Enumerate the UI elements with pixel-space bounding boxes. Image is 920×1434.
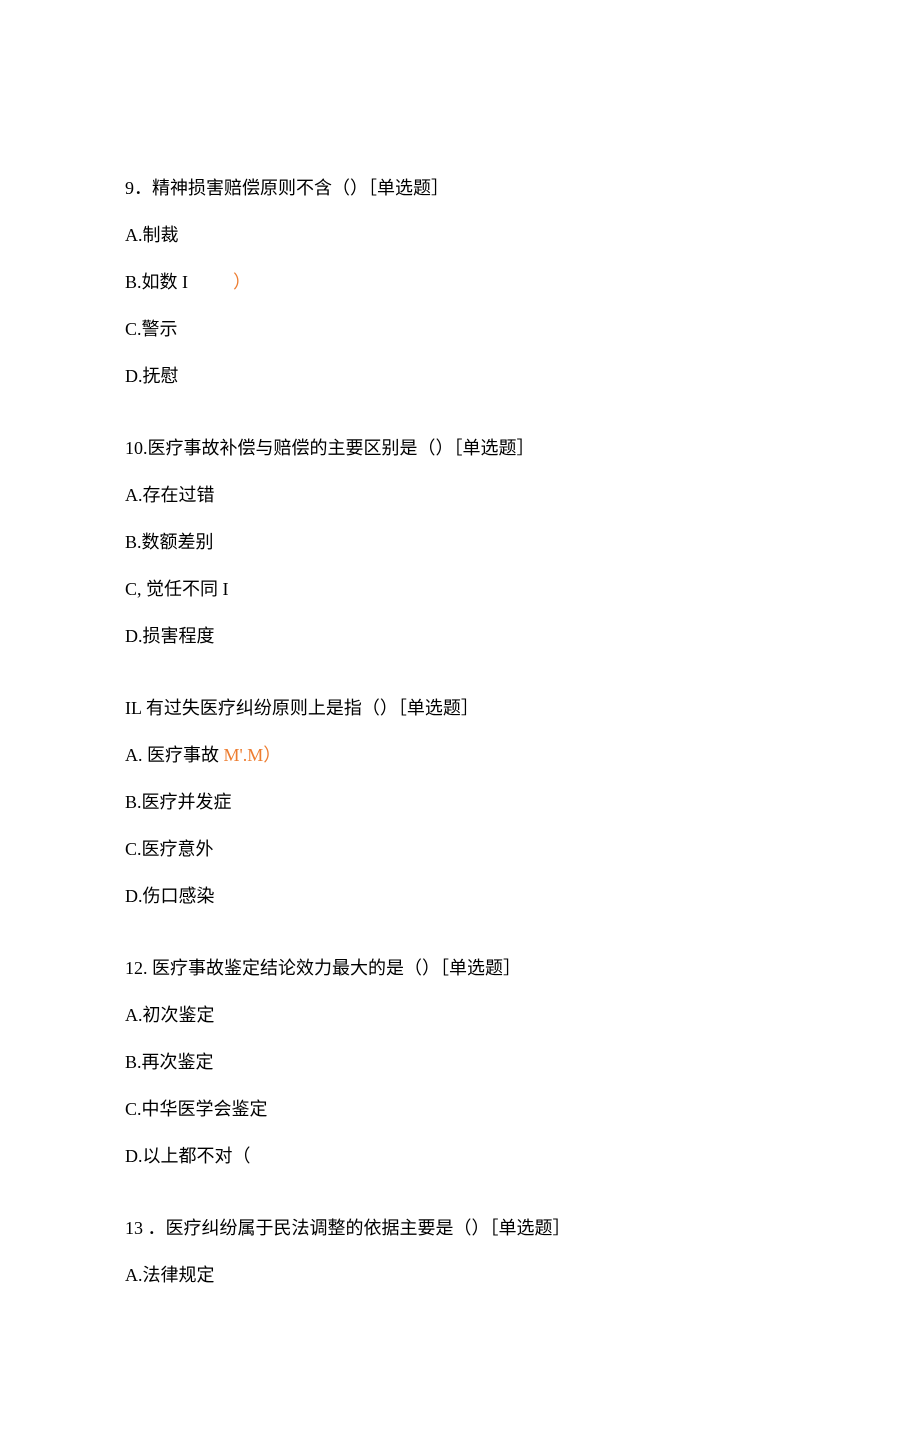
option-label: 以上都不对（	[143, 1146, 251, 1166]
question-text: ．医疗纠纷属于民法调整的依据主要是（）［单选题］	[143, 1218, 571, 1238]
option-label: 数额差别	[142, 532, 214, 552]
question-number: 10.	[125, 438, 148, 458]
question-block-13: 13 ．医疗纠纷属于民法调整的依据主要是（）［单选题］ A.法律规定	[125, 1215, 795, 1289]
question-block-10: 10.医疗事故补偿与赔偿的主要区别是（）［单选题］ A.存在过错 B.数额差别 …	[125, 435, 795, 650]
option-prefix: A.	[125, 745, 143, 765]
option-prefix: D.	[125, 626, 143, 646]
option-d: D.伤口感染	[125, 883, 795, 910]
option-prefix: D.	[125, 366, 143, 386]
option-prefix: C.	[125, 319, 142, 339]
option-b: B.医疗并发症	[125, 789, 795, 816]
option-prefix: A.	[125, 1265, 143, 1285]
option-prefix: D.	[125, 886, 143, 906]
option-label: 抚慰	[143, 366, 179, 386]
option-label: 如数 I	[142, 272, 189, 292]
option-label: 医疗事故	[143, 745, 224, 765]
question-block-9: 9．精神损害赔偿原则不含（）［单选题］ A.制裁 B.如数 I ） C.警示 D…	[125, 175, 795, 390]
question-stem: IL 有过失医疗纠纷原则上是指（）［单选题］	[125, 695, 795, 722]
question-stem: 9．精神损害赔偿原则不含（）［单选题］	[125, 175, 795, 202]
option-c: C.警示	[125, 316, 795, 343]
question-number: IL	[125, 698, 141, 718]
question-stem: 13 ．医疗纠纷属于民法调整的依据主要是（）［单选题］	[125, 1215, 795, 1242]
option-prefix: B.	[125, 1052, 142, 1072]
option-prefix: A.	[125, 485, 143, 505]
option-prefix: A.	[125, 225, 143, 245]
option-prefix: A.	[125, 1005, 143, 1025]
option-label: 再次鉴定	[142, 1052, 214, 1072]
document-page: 9．精神损害赔偿原则不含（）［单选题］ A.制裁 B.如数 I ） C.警示 D…	[0, 0, 920, 1434]
option-a: A.存在过错	[125, 482, 795, 509]
option-label: 存在过错	[143, 485, 215, 505]
option-label: 制裁	[143, 225, 179, 245]
option-prefix: C.	[125, 1099, 142, 1119]
option-d: D.损害程度	[125, 623, 795, 650]
question-number: 13	[125, 1218, 143, 1238]
option-label: 警示	[142, 319, 178, 339]
option-c: C.中华医学会鉴定	[125, 1096, 795, 1123]
option-prefix: B.	[125, 532, 142, 552]
question-number: 12.	[125, 958, 148, 978]
option-a: A. 医疗事故 M'.M）	[125, 742, 795, 769]
option-b: B.如数 I ）	[125, 269, 795, 296]
option-label: 医疗并发症	[142, 792, 232, 812]
question-number: 9	[125, 178, 134, 198]
option-label: 医疗意外	[142, 839, 214, 859]
option-a: A.法律规定	[125, 1262, 795, 1289]
question-block-12: 12. 医疗事故鉴定结论效力最大的是（）［单选题］ A.初次鉴定 B.再次鉴定 …	[125, 955, 795, 1170]
option-prefix: B.	[125, 272, 142, 292]
option-prefix: C.	[125, 839, 142, 859]
question-text: 医疗事故补偿与赔偿的主要区别是（）［单选题］	[148, 438, 535, 458]
option-label: 法律规定	[143, 1265, 215, 1285]
question-block-11: IL 有过失医疗纠纷原则上是指（）［单选题］ A. 医疗事故 M'.M） B.医…	[125, 695, 795, 910]
option-c: C, 觉任不同 I	[125, 576, 795, 603]
option-prefix: B.	[125, 792, 142, 812]
option-b: B.再次鉴定	[125, 1049, 795, 1076]
option-label: 初次鉴定	[143, 1005, 215, 1025]
question-text: 医疗事故鉴定结论效力最大的是（）［单选题］	[148, 958, 522, 978]
question-stem: 10.医疗事故补偿与赔偿的主要区别是（）［单选题］	[125, 435, 795, 462]
option-b: B.数额差别	[125, 529, 795, 556]
option-a: A.制裁	[125, 222, 795, 249]
option-prefix: D.	[125, 1146, 143, 1166]
question-stem: 12. 医疗事故鉴定结论效力最大的是（）［单选题］	[125, 955, 795, 982]
question-text: 有过失医疗纠纷原则上是指（）［单选题］	[141, 698, 479, 718]
option-a: A.初次鉴定	[125, 1002, 795, 1029]
option-d: D.抚慰	[125, 363, 795, 390]
option-c: C.医疗意外	[125, 836, 795, 863]
option-label: 伤口感染	[143, 886, 215, 906]
option-label: 中华医学会鉴定	[142, 1099, 268, 1119]
question-text: ．精神损害赔偿原则不含（）［单选题］	[134, 178, 449, 198]
option-label: 损害程度	[143, 626, 215, 646]
option-suffix: M'.M）	[224, 745, 282, 765]
option-prefix: C,	[125, 579, 142, 599]
option-d: D.以上都不对（	[125, 1143, 795, 1170]
option-suffix: ）	[233, 272, 251, 292]
option-label: 觉任不同 I	[142, 579, 229, 599]
